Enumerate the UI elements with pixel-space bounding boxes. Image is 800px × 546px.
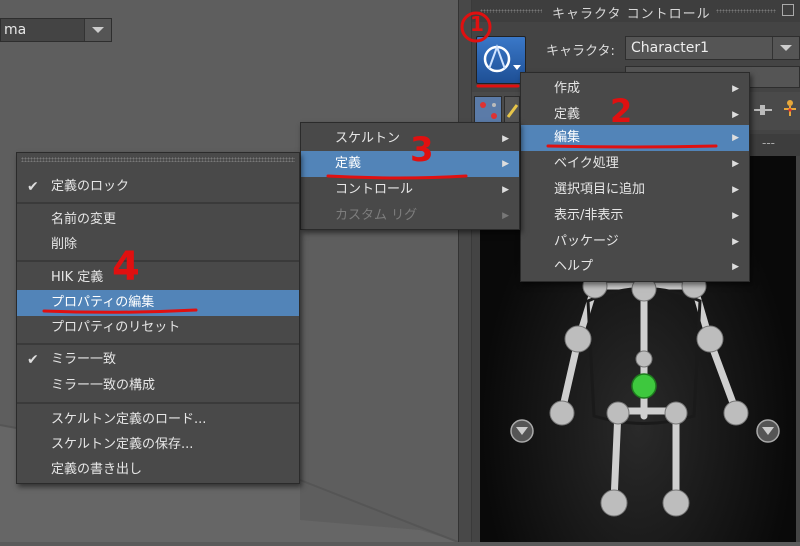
annotation-underline-2 <box>546 144 718 149</box>
annotation-overlay <box>42 11 718 314</box>
annotation-underline-4 <box>42 308 198 314</box>
annotation-underline-3 <box>326 174 468 180</box>
annotation-circle <box>460 11 492 43</box>
